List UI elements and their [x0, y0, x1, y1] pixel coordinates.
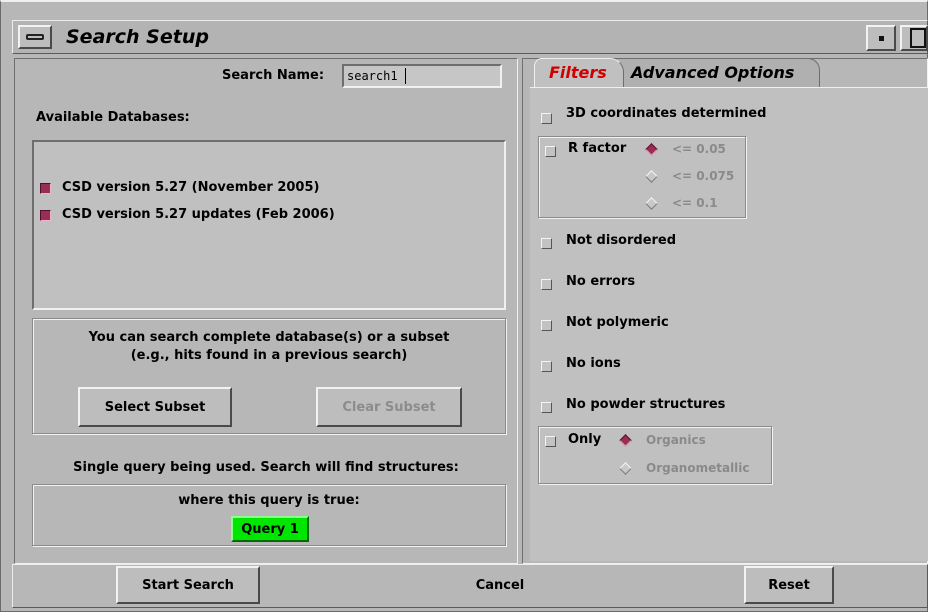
- search-name-label: Search Name:: [222, 68, 325, 83]
- available-databases-heading: Available Databases:: [36, 110, 190, 125]
- query-chip[interactable]: Query 1: [231, 516, 309, 542]
- rfactor-label[interactable]: R factor: [568, 141, 626, 156]
- tab-advanced-options-label: Advanced Options: [631, 63, 795, 82]
- database-checkbox[interactable]: [40, 183, 51, 194]
- not-polymeric-checkbox[interactable]: [541, 320, 552, 331]
- window-title: Search Setup: [66, 26, 209, 48]
- query-condition: where this query is true:: [178, 493, 360, 508]
- not-polymeric-label[interactable]: Not polymeric: [566, 315, 669, 330]
- text-cursor: [405, 68, 406, 84]
- reset-button[interactable]: Reset: [744, 566, 834, 604]
- rfactor-option[interactable]: <= 0.05: [672, 142, 726, 156]
- query-summary: Single query being used. Search will fin…: [73, 460, 459, 475]
- only-checkbox[interactable]: [545, 436, 556, 447]
- no-ions-label[interactable]: No ions: [566, 356, 621, 371]
- database-label[interactable]: CSD version 5.27 updates (Feb 2006): [62, 207, 335, 222]
- minimize-icon: [878, 35, 884, 41]
- rfactor-option[interactable]: <= 0.075: [672, 169, 734, 183]
- maximize-icon: [910, 28, 926, 48]
- only-option[interactable]: Organics: [646, 433, 706, 447]
- minimize-button[interactable]: [866, 25, 896, 51]
- search-name-value: search1: [347, 69, 398, 83]
- clear-subset-button[interactable]: Clear Subset: [316, 387, 462, 427]
- tab-advanced-options[interactable]: Advanced Options: [612, 58, 820, 88]
- subset-help-line1: You can search complete database(s) or a…: [88, 330, 450, 345]
- only-option[interactable]: Organometallic: [646, 461, 750, 475]
- coords-checkbox[interactable]: [541, 113, 552, 124]
- maximize-button[interactable]: [900, 25, 928, 51]
- no-errors-checkbox[interactable]: [541, 279, 552, 290]
- database-label[interactable]: CSD version 5.27 (November 2005): [62, 180, 319, 195]
- window-menu-button[interactable]: [18, 25, 52, 49]
- no-ions-checkbox[interactable]: [541, 361, 552, 372]
- menu-bar-icon: [26, 34, 44, 40]
- only-label[interactable]: Only: [568, 432, 601, 447]
- not-disordered-label[interactable]: Not disordered: [566, 233, 676, 248]
- select-subset-button[interactable]: Select Subset: [78, 387, 232, 427]
- no-powder-label[interactable]: No powder structures: [566, 397, 725, 412]
- rfactor-option[interactable]: <= 0.1: [672, 196, 718, 210]
- not-disordered-checkbox[interactable]: [541, 238, 552, 249]
- subset-help-line2: (e.g., hits found in a previous search): [130, 348, 408, 363]
- no-powder-checkbox[interactable]: [541, 402, 552, 413]
- database-list: [32, 140, 506, 310]
- rfactor-checkbox[interactable]: [545, 146, 556, 157]
- cancel-button[interactable]: Cancel: [430, 566, 570, 604]
- start-search-button[interactable]: Start Search: [116, 566, 260, 604]
- database-checkbox[interactable]: [40, 210, 51, 221]
- tab-filters[interactable]: Filters: [534, 58, 624, 88]
- coords-label[interactable]: 3D coordinates determined: [566, 106, 766, 121]
- search-name-input[interactable]: search1: [342, 64, 502, 88]
- no-errors-label[interactable]: No errors: [566, 274, 635, 289]
- tab-filters-label: Filters: [549, 63, 607, 82]
